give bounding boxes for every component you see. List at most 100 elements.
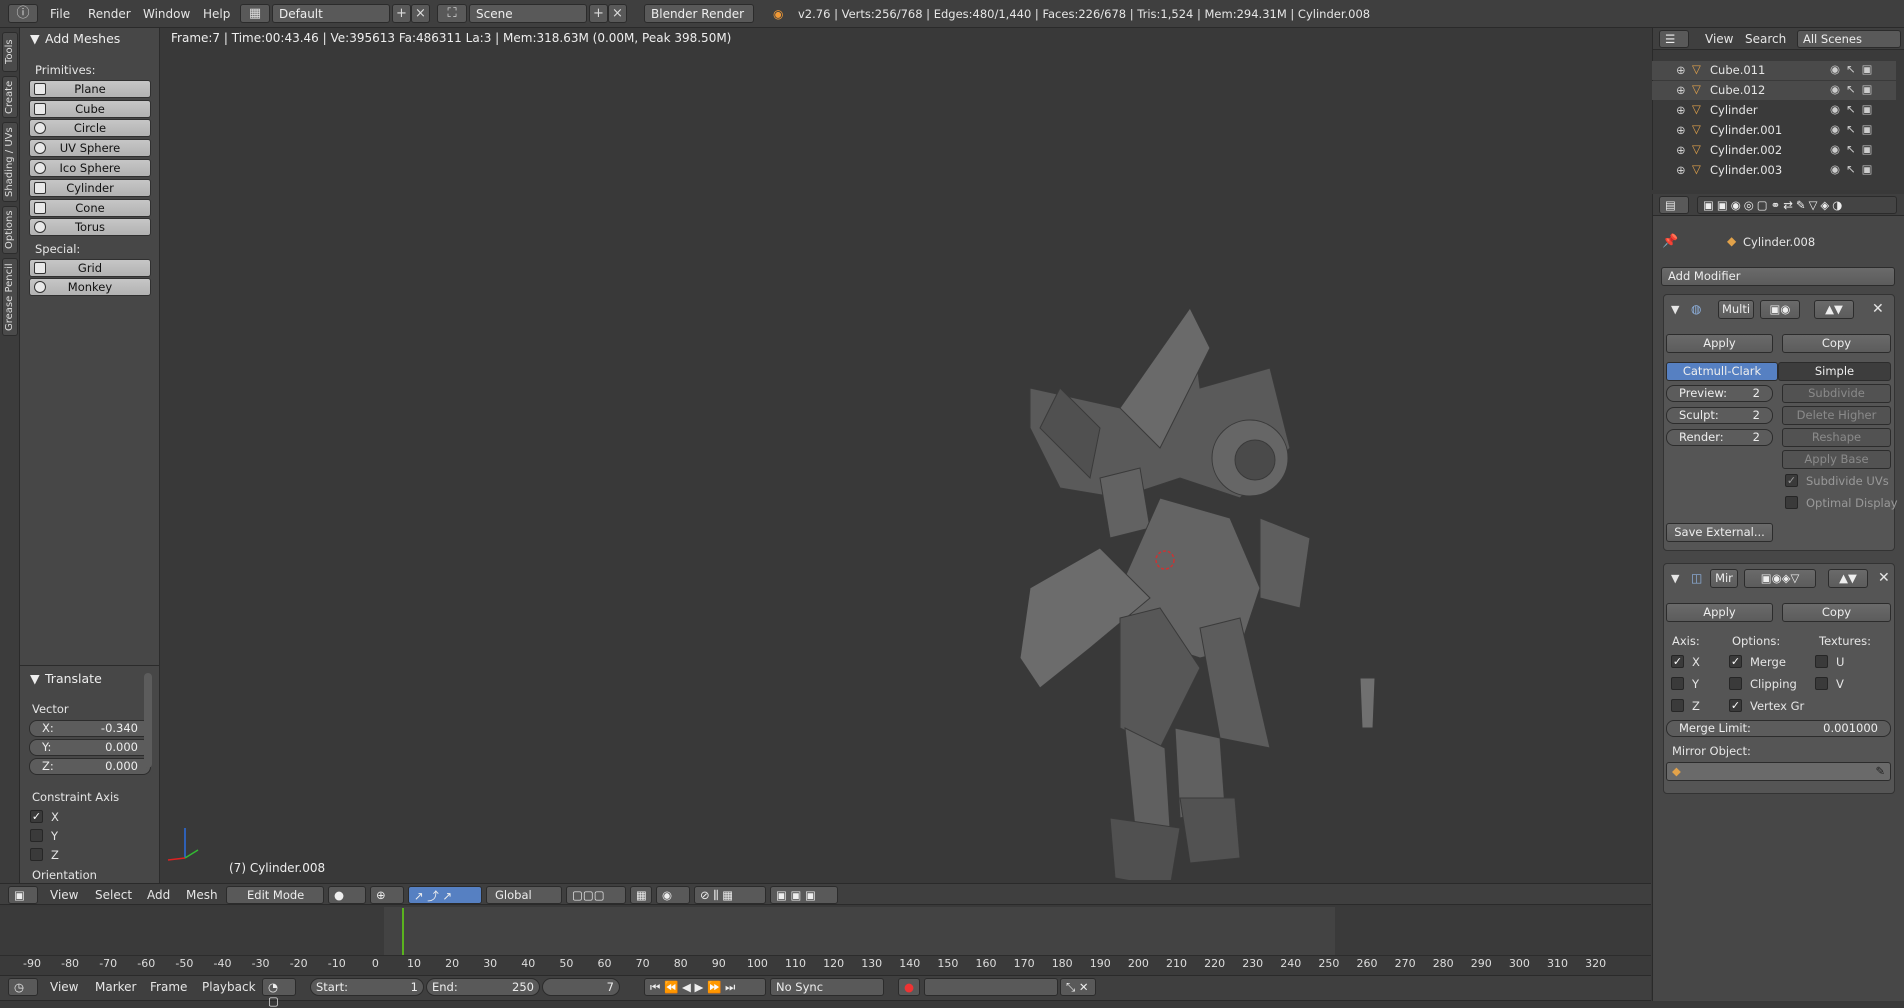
add-ico-sphere-button[interactable]: Ico Sphere bbox=[29, 159, 151, 177]
add-modifier-dropdown[interactable]: Add Modifier bbox=[1661, 267, 1895, 286]
outliner-item[interactable]: ⊕ ▽ Cylinder.003 ◉↖▣ bbox=[1652, 161, 1896, 180]
editor-type-3d-icon[interactable]: ▣ bbox=[8, 886, 38, 904]
delete-scene-icon[interactable]: × bbox=[608, 4, 627, 23]
visibility-icons[interactable]: ◉↖▣ bbox=[1830, 122, 1879, 136]
outliner-display-mode[interactable]: All Scenes bbox=[1797, 30, 1901, 48]
add-circle-button[interactable]: Circle bbox=[29, 119, 151, 137]
properties-context-tabs[interactable]: ▣▣◉◎▢⚭⇄✎▽◈◑ bbox=[1697, 196, 1897, 214]
add-cube-button[interactable]: Cube bbox=[29, 100, 151, 118]
editor-type-properties-icon[interactable]: ▤ bbox=[1659, 196, 1689, 214]
proportional-edit-icon[interactable]: ◉ bbox=[656, 886, 690, 904]
sync-mode-dropdown[interactable]: No Sync bbox=[770, 978, 884, 996]
keying-set-field[interactable] bbox=[924, 978, 1058, 996]
constraint-z-checkbox[interactable] bbox=[30, 848, 43, 861]
snap-icons[interactable]: ⊘ ⫼ ▦ bbox=[694, 886, 766, 904]
tab-shading-uvs[interactable]: Shading / UVs bbox=[2, 122, 18, 202]
add-meshes-panel-arrow-icon[interactable]: ▼ bbox=[30, 31, 40, 46]
mirror-render-toggle-icons[interactable]: ▣◉◈▽ bbox=[1744, 569, 1816, 588]
translate-panel-arrow-icon[interactable]: ▼ bbox=[30, 671, 40, 686]
add-uv-sphere-button[interactable]: UV Sphere bbox=[29, 139, 151, 157]
render-levels-field[interactable]: Render: 2 bbox=[1666, 429, 1773, 446]
pivot-point-icon[interactable]: ⊕ bbox=[370, 886, 404, 904]
manipulator-icons[interactable]: ↗ ⤴ ↗ bbox=[408, 886, 482, 904]
add-cone-button[interactable]: Cone bbox=[29, 199, 151, 217]
optimal-display-checkbox[interactable] bbox=[1785, 496, 1798, 509]
menu-file[interactable]: File bbox=[50, 7, 70, 21]
reshape-button[interactable]: Reshape bbox=[1782, 428, 1891, 447]
add-screen-icon[interactable]: + bbox=[392, 4, 411, 23]
mirror-u-checkbox[interactable] bbox=[1815, 655, 1828, 668]
add-monkey-button[interactable]: Monkey bbox=[29, 278, 151, 296]
menu-help[interactable]: Help bbox=[203, 7, 230, 21]
outliner-item[interactable]: ⊕ ▽ Cylinder ◉↖▣ bbox=[1652, 101, 1896, 120]
translate-y-field[interactable]: Y: 0.000 bbox=[29, 739, 151, 756]
clipping-checkbox[interactable] bbox=[1729, 677, 1742, 690]
current-frame-indicator[interactable] bbox=[402, 908, 404, 956]
translate-z-field[interactable]: Z: 0.000 bbox=[29, 758, 151, 775]
preview-range-icons[interactable]: ◔ ▢ bbox=[262, 978, 296, 1008]
mode-dropdown[interactable]: Edit Mode bbox=[226, 886, 324, 904]
current-frame-field[interactable]: 7 bbox=[542, 978, 620, 996]
apply-base-button[interactable]: Apply Base bbox=[1782, 450, 1891, 469]
editor-type-timeline-icon[interactable]: ◷ bbox=[8, 978, 38, 996]
expand-icon[interactable]: ⊕ bbox=[1676, 63, 1686, 77]
add-grid-button[interactable]: Grid bbox=[29, 259, 151, 277]
limit-selection-icon[interactable]: ▦ bbox=[630, 886, 652, 904]
add-scene-icon[interactable]: + bbox=[589, 4, 608, 23]
menu-marker[interactable]: Marker bbox=[95, 980, 136, 994]
multires-render-toggle-icons[interactable]: ▣◉ bbox=[1760, 300, 1800, 319]
outliner-item[interactable]: ⊕ ▽ Cylinder.001 ◉↖▣ bbox=[1652, 121, 1896, 140]
multires-move-icons[interactable]: ▲▼ bbox=[1814, 300, 1854, 319]
screen-layout-icon[interactable]: ▦ bbox=[240, 4, 270, 23]
mirror-move-icons[interactable]: ▲▼ bbox=[1828, 569, 1868, 588]
menu-playback[interactable]: Playback bbox=[202, 980, 256, 994]
selection-mode-icons[interactable]: ▢▢▢ bbox=[566, 886, 626, 904]
catmull-clark-button[interactable]: Catmull-Clark bbox=[1666, 362, 1778, 381]
mirror-axis-x-checkbox[interactable]: ✓ bbox=[1671, 655, 1684, 668]
expand-icon[interactable]: ⊕ bbox=[1676, 163, 1686, 177]
sculpt-levels-field[interactable]: Sculpt: 2 bbox=[1666, 407, 1773, 424]
tab-options[interactable]: Options bbox=[2, 206, 18, 254]
add-cylinder-button[interactable]: Cylinder bbox=[29, 179, 151, 197]
expand-icon[interactable]: ⊕ bbox=[1676, 123, 1686, 137]
preview-levels-field[interactable]: Preview: 2 bbox=[1666, 385, 1773, 402]
menu-mesh[interactable]: Mesh bbox=[186, 888, 218, 902]
mirror-axis-z-checkbox[interactable] bbox=[1671, 699, 1684, 712]
menu-view[interactable]: View bbox=[50, 888, 78, 902]
tab-tools[interactable]: Tools bbox=[2, 32, 18, 72]
visibility-icons[interactable]: ◉↖▣ bbox=[1830, 82, 1879, 96]
multires-apply-button[interactable]: Apply bbox=[1666, 334, 1773, 353]
start-frame-field[interactable]: Start: 1 bbox=[310, 978, 424, 996]
mirror-object-field[interactable]: ◆ ✎ bbox=[1666, 762, 1891, 781]
add-torus-button[interactable]: Torus bbox=[29, 218, 151, 236]
multires-collapse-icon[interactable]: ▼ bbox=[1671, 303, 1679, 316]
simple-button[interactable]: Simple bbox=[1778, 362, 1891, 381]
mirror-v-checkbox[interactable] bbox=[1815, 677, 1828, 690]
scene-field[interactable]: Scene bbox=[469, 4, 587, 23]
visibility-icons[interactable]: ◉↖▣ bbox=[1830, 162, 1879, 176]
subdivide-uvs-checkbox[interactable]: ✓ bbox=[1785, 474, 1798, 487]
editor-type-info-icon[interactable]: ⓘ bbox=[8, 4, 38, 23]
outliner-item[interactable]: ⊕ ▽ Cylinder.002 ◉↖▣ bbox=[1652, 141, 1896, 160]
menu-view-timeline[interactable]: View bbox=[50, 980, 78, 994]
3d-viewport[interactable] bbox=[160, 28, 1651, 880]
mirror-axis-y-checkbox[interactable] bbox=[1671, 677, 1684, 690]
mirror-copy-button[interactable]: Copy bbox=[1782, 603, 1891, 622]
end-frame-field[interactable]: End: 250 bbox=[426, 978, 540, 996]
outliner-menu-search[interactable]: Search bbox=[1745, 32, 1786, 46]
constraint-y-checkbox[interactable] bbox=[30, 829, 43, 842]
menu-frame[interactable]: Frame bbox=[150, 980, 187, 994]
viewport-shading-icon[interactable]: ● bbox=[328, 886, 366, 904]
expand-icon[interactable]: ⊕ bbox=[1676, 83, 1686, 97]
render-preview-icons[interactable]: ▣ ▣ ▣ bbox=[770, 886, 838, 904]
mirror-name-field[interactable]: Mir bbox=[1710, 569, 1738, 588]
tab-create[interactable]: Create bbox=[2, 76, 18, 118]
menu-select[interactable]: Select bbox=[95, 888, 132, 902]
constraint-x-checkbox[interactable]: ✓ bbox=[30, 810, 43, 823]
translate-scrollbar[interactable] bbox=[144, 673, 152, 768]
menu-render[interactable]: Render bbox=[88, 7, 131, 21]
eyedropper-icon[interactable]: ✎ bbox=[1875, 763, 1885, 780]
mirror-collapse-icon[interactable]: ▼ bbox=[1671, 572, 1679, 585]
render-engine-dropdown[interactable]: Blender Render bbox=[644, 4, 754, 23]
tab-grease-pencil[interactable]: Grease Pencil bbox=[2, 258, 18, 336]
